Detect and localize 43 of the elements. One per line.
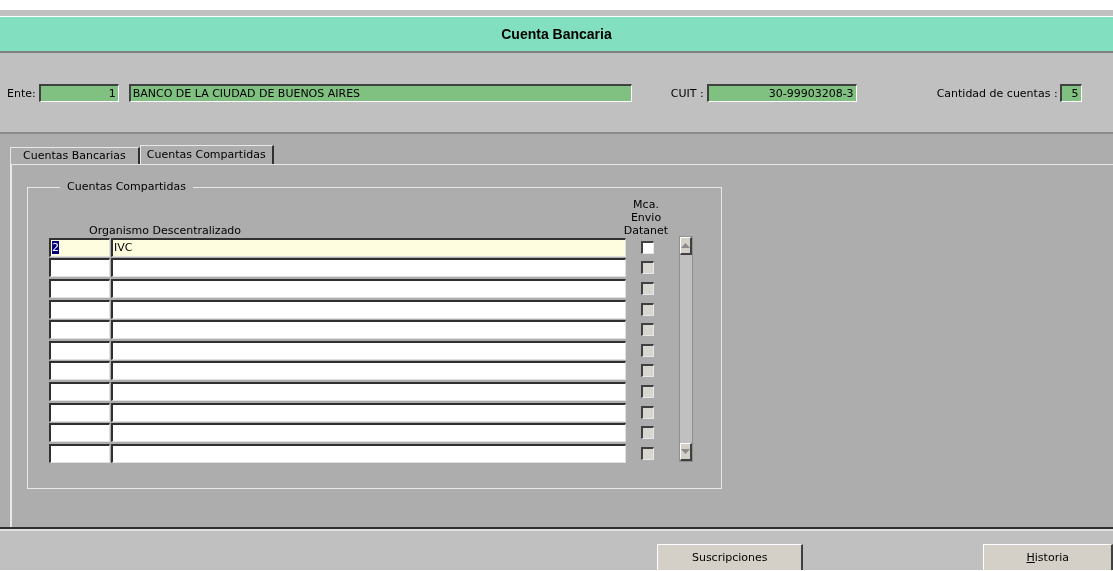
column-header: Mca. Envio Datanet bbox=[622, 198, 670, 237]
up-arrow-icon bbox=[681, 243, 690, 248]
organismo-field[interactable] bbox=[111, 402, 626, 422]
tab[interactable]: Cuentas Bancarias bbox=[10, 147, 140, 164]
scroll-up-button[interactable] bbox=[680, 237, 692, 255]
ente-label: Ente: bbox=[7, 86, 36, 100]
code-field[interactable] bbox=[49, 299, 110, 319]
scroll-down-button[interactable] bbox=[680, 443, 692, 461]
down-arrow-icon bbox=[681, 449, 690, 454]
count-label: Cantidad de cuentas : bbox=[936, 86, 1058, 100]
code-field[interactable] bbox=[49, 279, 110, 298]
tab[interactable]: Cuentas Compartidas bbox=[139, 145, 274, 164]
checkbox[interactable] bbox=[641, 240, 654, 254]
organismo-field[interactable] bbox=[111, 340, 626, 360]
organismo-field[interactable] bbox=[111, 320, 626, 340]
organismo-field[interactable] bbox=[111, 299, 626, 319]
code-field[interactable]: 2 bbox=[49, 237, 110, 257]
code-field[interactable] bbox=[49, 443, 110, 463]
code-field[interactable] bbox=[49, 320, 110, 340]
code-field[interactable] bbox=[49, 402, 110, 422]
group-title: Cuentas Compartidas bbox=[60, 180, 193, 193]
button[interactable]: Historia bbox=[983, 544, 1113, 570]
code-field[interactable] bbox=[49, 361, 110, 381]
code-field[interactable] bbox=[49, 340, 110, 360]
organismo-field[interactable]: IVC bbox=[111, 237, 626, 257]
button[interactable]: Suscripciones bbox=[657, 544, 804, 570]
count-field[interactable]: 5 bbox=[1059, 84, 1082, 102]
cuit-field[interactable]: 30-99903208-3 bbox=[706, 84, 857, 102]
organismo-field[interactable] bbox=[111, 381, 626, 401]
organismo-field[interactable] bbox=[111, 279, 626, 298]
code-field[interactable] bbox=[49, 258, 110, 278]
code-field[interactable] bbox=[49, 423, 110, 443]
ente-code-field[interactable]: 1 bbox=[38, 84, 119, 102]
organismo-field[interactable] bbox=[111, 258, 626, 278]
code-field[interactable] bbox=[49, 381, 110, 401]
ente-name-field[interactable]: BANCO DE LA CIUDAD DE BUENOS AIRES bbox=[128, 84, 632, 102]
organismo-field[interactable] bbox=[111, 361, 626, 381]
column-header: Organismo Descentralizado bbox=[88, 224, 243, 237]
organismo-field[interactable] bbox=[111, 423, 626, 443]
window-title: Cuenta Bancaria bbox=[501, 26, 612, 42]
cuit-label: CUIT : bbox=[670, 86, 704, 100]
scrollbar[interactable] bbox=[679, 236, 693, 462]
organismo-field[interactable] bbox=[111, 443, 626, 463]
